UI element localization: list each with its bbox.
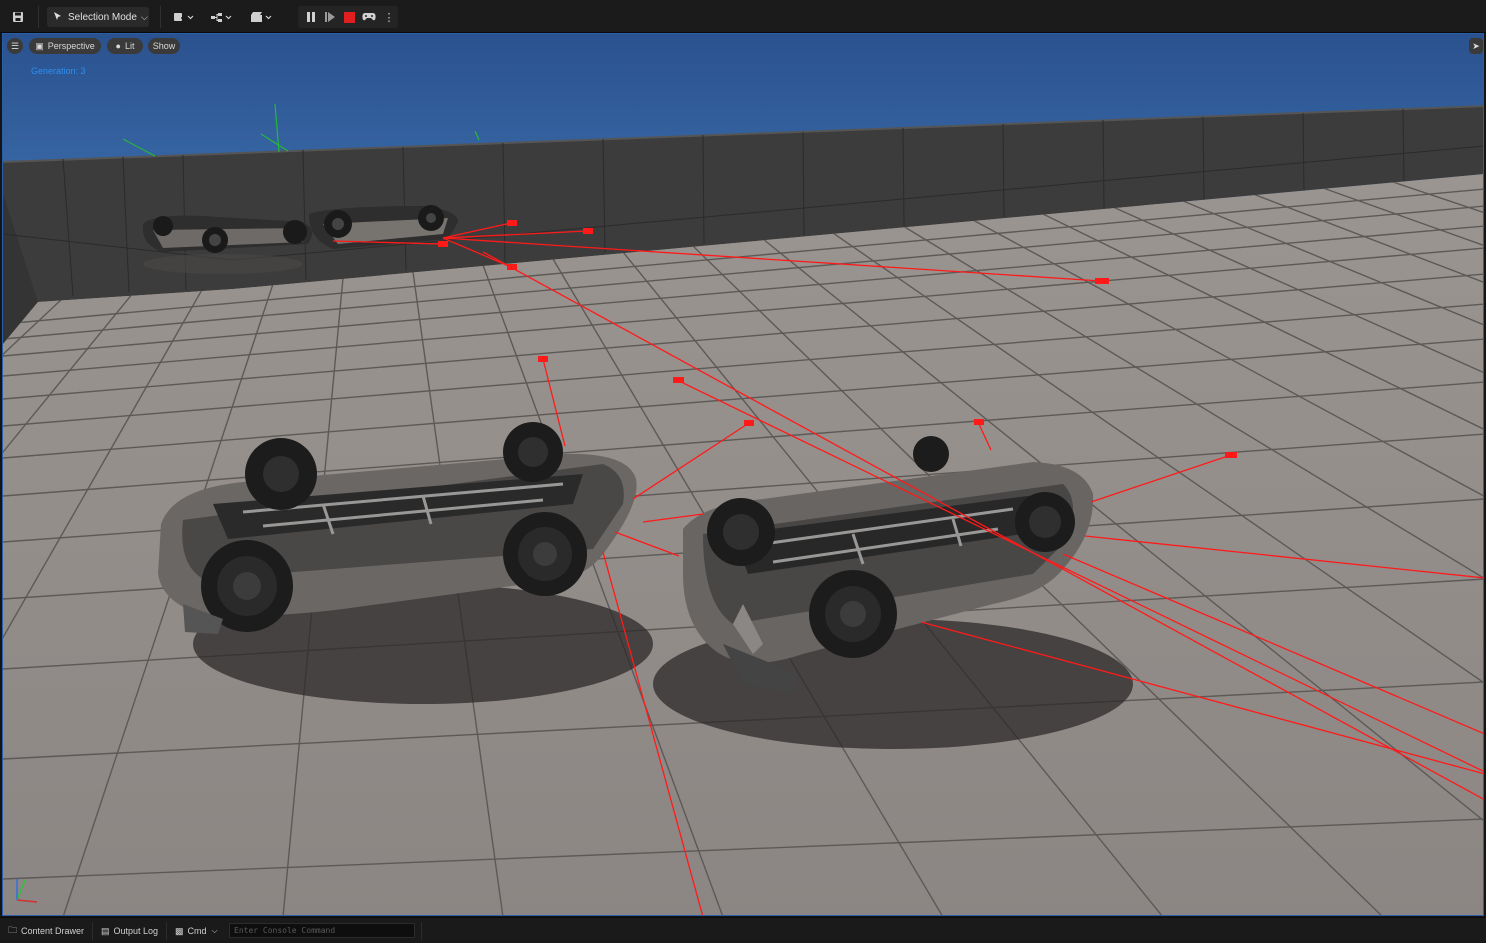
chevron-down-icon: ⌵ [211, 926, 218, 935]
viewport-toolbar: ☰ ▣ Perspective ● Lit Show ➤ [3, 34, 1483, 58]
status-divider [421, 922, 422, 940]
blueprint-icon[interactable] [208, 6, 236, 27]
toolbar-divider [160, 6, 161, 28]
perspective-button[interactable]: ▣ Perspective [29, 38, 101, 54]
cinematics-icon[interactable] [248, 6, 276, 27]
console-command-input[interactable] [229, 923, 415, 938]
cmd-label: Cmd [187, 926, 207, 936]
add-actor-icon[interactable] [170, 6, 198, 27]
status-divider [92, 922, 93, 940]
hamburger-icon: ☰ [10, 40, 20, 51]
log-icon: ▤ [101, 925, 110, 936]
show-label: Show [152, 41, 176, 51]
save-icon[interactable] [8, 6, 28, 27]
cmd-dropdown[interactable]: ▩ Cmd ⌵ [175, 924, 218, 938]
step-frame-icon[interactable] [322, 6, 338, 28]
more-options-icon[interactable]: ⋮ [384, 6, 395, 28]
selection-mode-dropdown[interactable]: Selection Mode ⌵ [47, 7, 149, 27]
cube-icon: ▣ [35, 40, 44, 51]
status-divider [166, 922, 167, 940]
lit-button[interactable]: ● Lit [107, 38, 143, 54]
selection-mode-label: Selection Mode [68, 11, 137, 23]
status-bar: 🗀 Content Drawer ▤ Output Log ▩ Cmd ⌵ [0, 917, 1486, 943]
content-drawer-label: Content Drawer [21, 926, 85, 936]
output-log-label: Output Log [113, 926, 159, 936]
show-button[interactable]: Show [148, 38, 180, 54]
viewport-options-button[interactable]: ➤ [1469, 38, 1483, 54]
content-drawer-button[interactable]: 🗀 Content Drawer [8, 924, 84, 938]
cursor-icon [53, 11, 63, 24]
terminal-icon: ▩ [175, 925, 184, 936]
scene-render [3, 34, 1483, 915]
perspective-label: Perspective [47, 41, 95, 51]
toolbar-divider [38, 6, 39, 28]
output-log-button[interactable]: ▤ Output Log [101, 924, 158, 938]
viewport-menu-button[interactable]: ☰ [7, 38, 23, 54]
pause-icon[interactable] [304, 6, 318, 28]
level-viewport[interactable]: ☰ ▣ Perspective ● Lit Show ➤ Generation:… [2, 33, 1484, 916]
chevron-down-icon: ⌵ [140, 11, 148, 22]
sphere-icon: ● [115, 41, 121, 51]
stop-icon[interactable] [342, 6, 356, 28]
play-controls: ⋮ [298, 6, 398, 28]
possess-gamepad-icon[interactable] [360, 6, 378, 28]
cursor-icon: ➤ [1472, 40, 1480, 51]
generation-counter: Generation: 3 [31, 66, 86, 76]
folder-icon: 🗀 [8, 925, 18, 935]
main-toolbar: Selection Mode ⌵ ⋮ [0, 0, 1486, 33]
lit-label: Lit [124, 41, 135, 51]
